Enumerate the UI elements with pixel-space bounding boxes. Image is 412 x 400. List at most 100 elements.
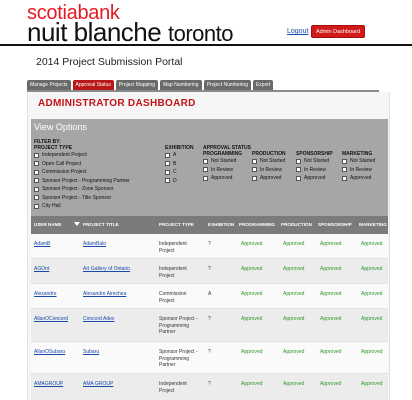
filter-option[interactable]: City Hall: [34, 202, 130, 211]
exhibition-label: EXHIBITION: [165, 145, 194, 151]
checkbox[interactable]: [203, 167, 208, 173]
filter-option[interactable]: B: [165, 160, 194, 169]
filter-option[interactable]: In Review: [252, 166, 286, 175]
cell-user-name[interactable]: AMAGROUP: [34, 381, 63, 388]
option-label: Independent Project: [42, 152, 87, 159]
filter-programming: PROGRAMMING Not Started In Review Approv…: [203, 151, 242, 183]
checkbox[interactable]: [165, 169, 170, 175]
cell-project-title[interactable]: Alexandre Airechea: [83, 291, 126, 298]
checkbox[interactable]: [203, 175, 208, 181]
checkbox[interactable]: [252, 175, 257, 181]
cell-marketing: Approved: [361, 266, 383, 272]
admin-dashboard-button[interactable]: Admin Dashboard: [311, 25, 365, 38]
column-header-production[interactable]: PRODUCTION: [281, 216, 312, 234]
logout-link[interactable]: Logout: [287, 28, 308, 35]
cell-exhibition: ?: [208, 381, 211, 387]
sort-icon[interactable]: [74, 222, 80, 226]
filter-option[interactable]: Approved: [252, 174, 286, 183]
checkbox[interactable]: [296, 175, 301, 181]
cell-production: Approved: [283, 381, 305, 387]
admin-tabs: Manage Projects Approval Status Project …: [27, 80, 379, 92]
filter-option[interactable]: In Review: [342, 166, 375, 175]
checkbox[interactable]: [165, 161, 170, 167]
checkbox[interactable]: [34, 186, 39, 192]
tab-approval-status[interactable]: Approval Status: [72, 80, 114, 90]
cell-user-name[interactable]: Alexandre: [34, 291, 57, 298]
brand-logo-main: nuit blanche toronto: [27, 19, 233, 47]
tab-map-numbering[interactable]: Map Numbering: [159, 80, 202, 90]
option-label: Approved: [260, 175, 282, 182]
checkbox[interactable]: [34, 161, 39, 167]
cell-project-title[interactable]: Concord Adex: [83, 316, 114, 323]
column-header-marketing[interactable]: MARKETING: [359, 216, 387, 234]
production-label: PRODUCTION: [252, 151, 286, 157]
filter-option[interactable]: Not Started: [252, 157, 286, 166]
column-header-project-type[interactable]: PROJECT TYPE: [159, 216, 194, 234]
filter-option[interactable]: Approved: [296, 174, 333, 183]
checkbox[interactable]: [252, 167, 257, 173]
checkbox[interactable]: [165, 152, 170, 158]
checkbox[interactable]: [296, 158, 301, 164]
checkbox[interactable]: [342, 167, 347, 173]
cell-project-title[interactable]: Subaru: [83, 349, 99, 356]
column-header-sponsorship[interactable]: SPONSORSHIP: [318, 216, 352, 234]
filter-option[interactable]: D: [165, 177, 194, 186]
cell-exhibition: ?: [208, 266, 211, 272]
cell-exhibition: ?: [208, 349, 211, 355]
tab-project-numbering[interactable]: Project Numbering: [203, 80, 251, 90]
checkbox[interactable]: [252, 158, 257, 164]
filter-option[interactable]: C: [165, 168, 194, 177]
tab-export[interactable]: Export: [252, 80, 274, 90]
cell-project-title[interactable]: AdamBalo: [83, 241, 106, 248]
cell-project-type: Independent Project: [159, 381, 187, 394]
filter-option[interactable]: Open Call Project: [34, 160, 130, 169]
checkbox[interactable]: [203, 158, 208, 164]
filter-option[interactable]: Not Started: [296, 157, 333, 166]
checkbox[interactable]: [34, 203, 39, 209]
page-title: 2014 Project Submission Portal: [36, 56, 183, 68]
filter-option[interactable]: Approved: [342, 174, 375, 183]
table-row: AdamB AdamBalo Independent Project? Approve…: [31, 234, 388, 259]
checkbox[interactable]: [34, 195, 39, 201]
option-label: B: [173, 160, 177, 167]
filter-option[interactable]: Not Started: [203, 157, 242, 166]
tab-manage-projects[interactable]: Manage Projects: [27, 80, 71, 90]
cell-user-name[interactable]: AllanOConcord: [34, 316, 68, 323]
checkbox[interactable]: [34, 152, 39, 158]
filter-option[interactable]: Sponsor Project - Zone Sponsor: [34, 185, 130, 194]
tab-project-mapping[interactable]: Project Mapping: [115, 80, 158, 90]
cell-sponsorship: Approved: [320, 316, 342, 322]
filter-option[interactable]: Commission Project: [34, 168, 130, 177]
option-label: Not Started: [350, 158, 376, 165]
column-header-exhibition[interactable]: EXHIBITION: [208, 216, 234, 234]
table-row: Alexandre Alexandre Airechea Commission Pr…: [31, 284, 388, 309]
column-header-project-title[interactable]: PROJECT TITLE: [83, 216, 119, 234]
cell-project-type: Independent Project: [159, 266, 187, 279]
filter-option[interactable]: A: [165, 151, 194, 160]
filter-option[interactable]: In Review: [296, 166, 333, 175]
filter-option[interactable]: Sponsor Project - Title Sponsor: [34, 194, 130, 203]
checkbox[interactable]: [34, 178, 39, 184]
checkbox[interactable]: [342, 175, 347, 181]
option-label: D: [173, 177, 177, 184]
cell-user-name[interactable]: AGOnt: [34, 266, 49, 273]
brand-city: toronto: [167, 21, 234, 46]
filter-option[interactable]: Sponsor Project - Programming Partner: [34, 177, 130, 186]
cell-user-name[interactable]: AllanOSubaru: [34, 349, 65, 356]
checkbox[interactable]: [165, 178, 170, 184]
brand-name: nuit blanche: [27, 17, 162, 47]
cell-project-title[interactable]: AMA GROUP: [83, 381, 113, 388]
cell-sponsorship: Approved: [320, 266, 342, 272]
option-label: In Review: [260, 166, 282, 173]
checkbox[interactable]: [34, 169, 39, 175]
column-header-programming[interactable]: PROGRAMMING: [239, 216, 275, 234]
filter-option[interactable]: Not Started: [342, 157, 375, 166]
column-header-user-name[interactable]: USER NAME: [34, 216, 62, 234]
checkbox[interactable]: [296, 167, 301, 173]
checkbox[interactable]: [342, 158, 347, 164]
filter-option[interactable]: Independent Project: [34, 151, 130, 160]
filter-option[interactable]: In Review: [203, 166, 242, 175]
cell-project-title[interactable]: Art Gallery of Ontario: [83, 266, 130, 273]
cell-user-name[interactable]: AdamB: [34, 241, 50, 248]
filter-option[interactable]: Approved: [203, 174, 242, 183]
